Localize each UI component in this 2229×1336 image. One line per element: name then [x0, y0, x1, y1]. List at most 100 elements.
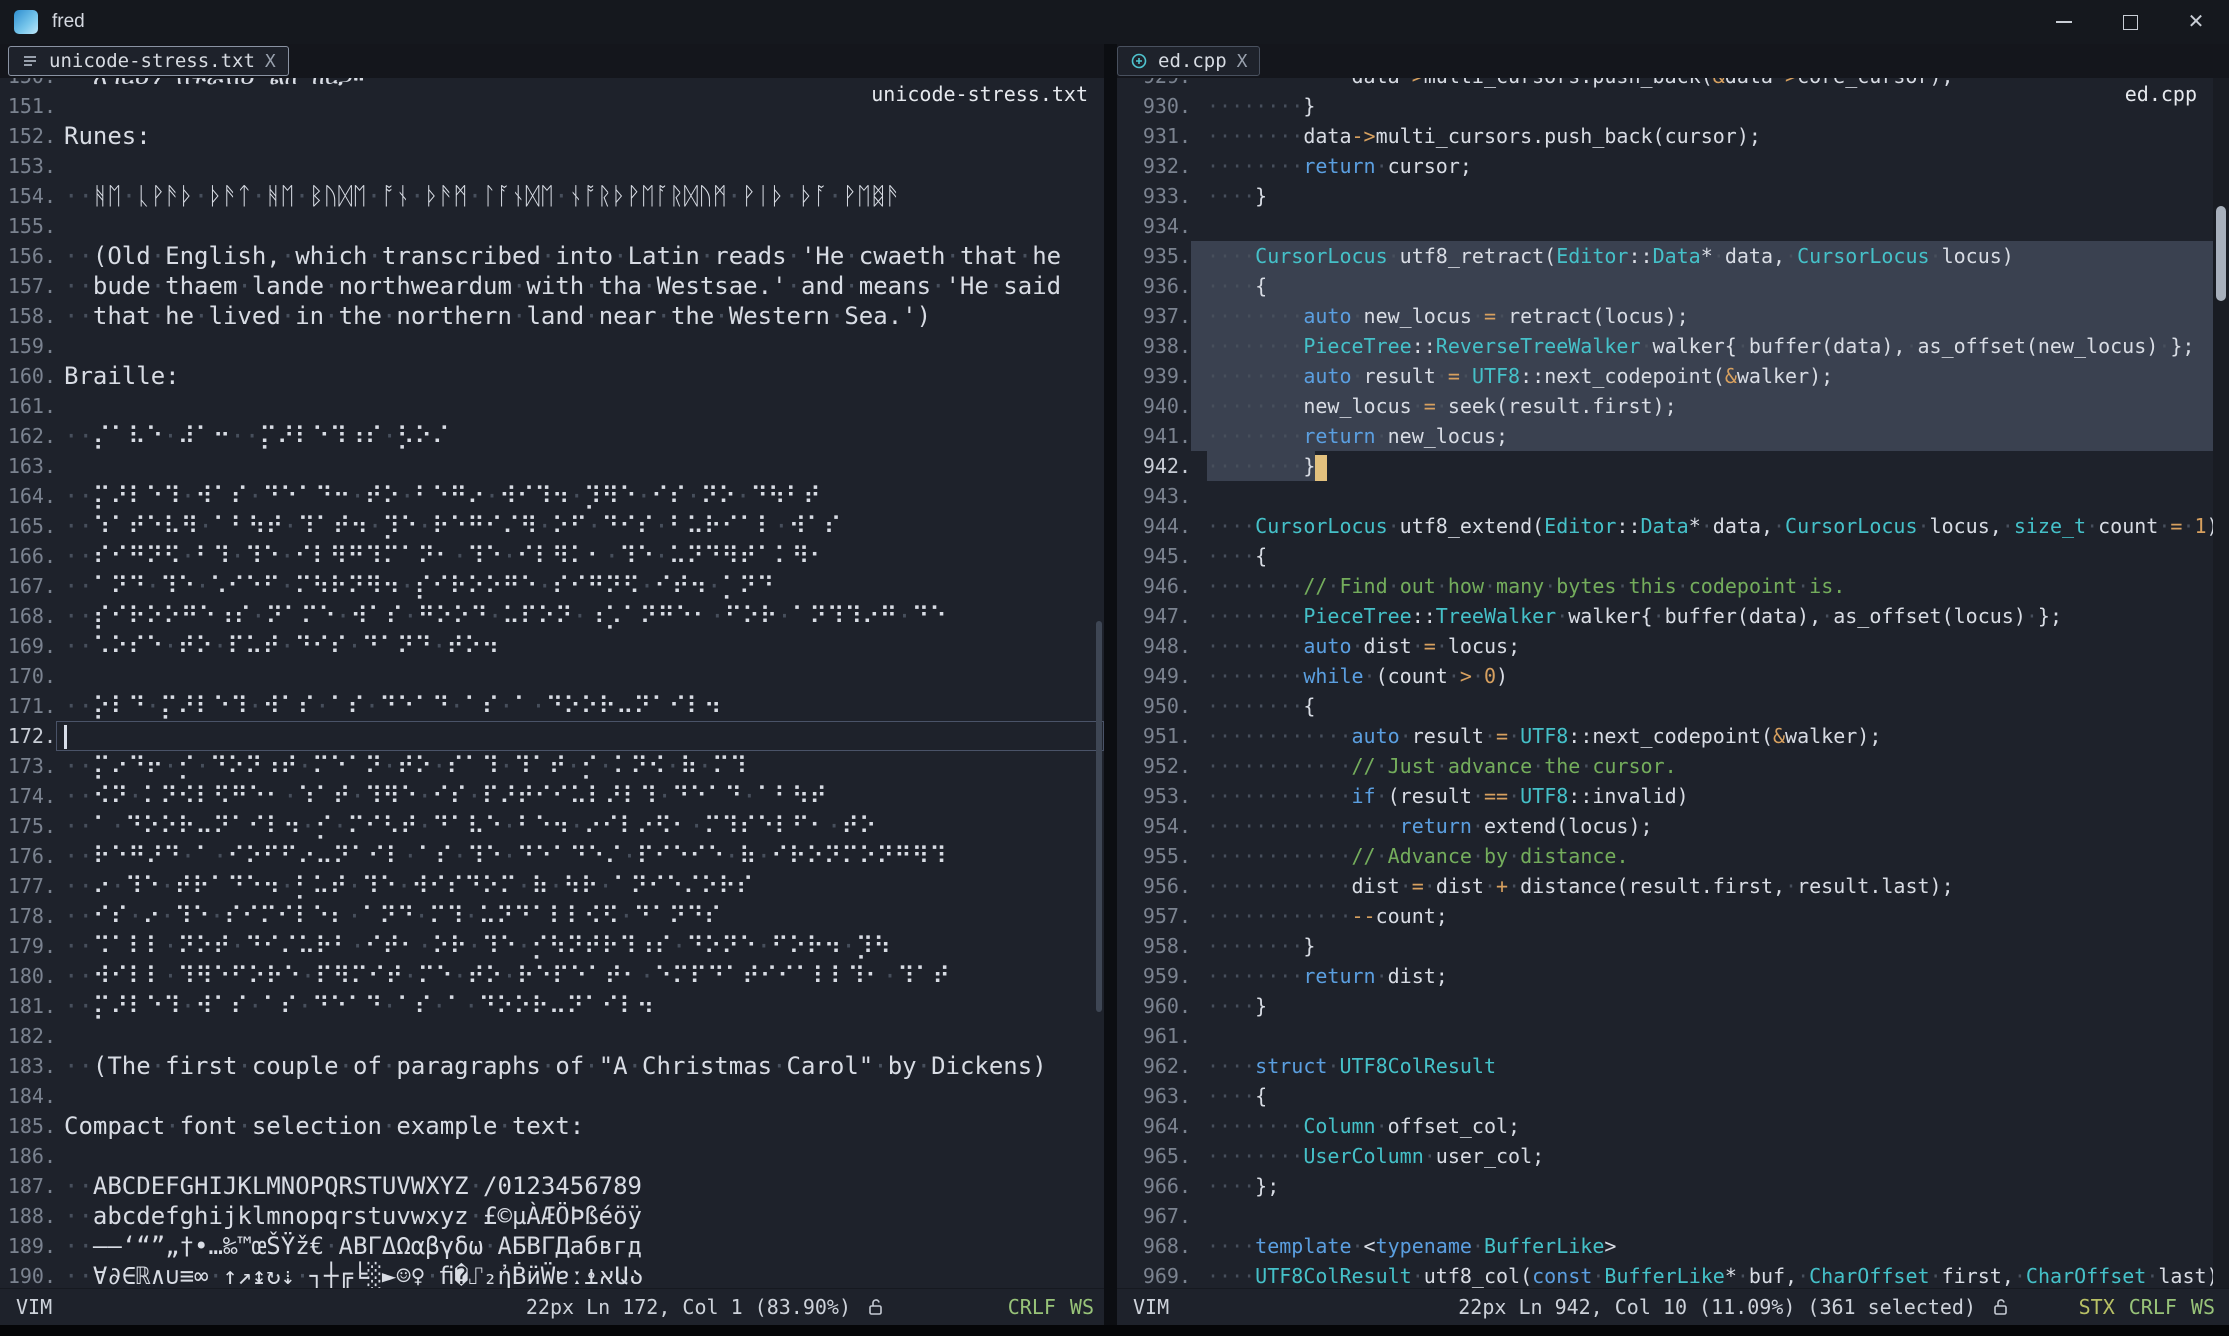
line-text[interactable]: ··⡌⠁⠧⠑·⠼⠁⠒··⡍⠜⠇⠑⠹⠰⠎·⡣⠕⠌: [56, 421, 1104, 451]
line-row[interactable]: 947.········PieceTree::TreeWalker·walker…: [1117, 601, 2229, 631]
line-text[interactable]: ····UTF8ColResult·utf8_col(const·BufferL…: [1191, 1261, 2229, 1288]
line-row[interactable]: 180.··⠺⠊⠇⠇·⠹⠻⠑⠋⠕⠗⠑·⠏⠻⠍⠊⠞·⠍⠑·⠞⠕·⠗⠑⠏⠑⠁⠞⠂·⠑…: [0, 961, 1104, 991]
line-text[interactable]: ··⠺⠊⠇⠇·⠹⠻⠑⠋⠕⠗⠑·⠏⠻⠍⠊⠞·⠍⠑·⠞⠕·⠗⠑⠏⠑⠁⠞⠂·⠑⠍⠏⠙⠁…: [56, 961, 1104, 991]
line-row[interactable]: 963.····{: [1117, 1081, 2229, 1111]
line-text[interactable]: ············auto·result·=·UTF8::next_cod…: [1191, 721, 2229, 751]
line-text[interactable]: ········data->multi_cursors.push_back(cu…: [1191, 121, 2229, 151]
line-row[interactable]: 946.········//·Find·out·how·many·bytes·t…: [1117, 571, 2229, 601]
line-text[interactable]: ····}: [1191, 181, 2229, 211]
line-row[interactable]: 154.··ᚻᛖ·ᚳᚹᚫᚦ·ᚦᚫᛏ·ᚻᛖ·ᛒᚢᛞᛖ·ᚩᚾ·ᚦᚫᛗ·ᛚᚪᚾᛞᛖ·ᚾ…: [0, 181, 1104, 211]
line-row[interactable]: 172.: [0, 721, 1104, 751]
line-text[interactable]: ··ABCDEFGHIJKLMNOPQRSTUVWXYZ·/0123456789: [56, 1171, 1104, 1201]
line-row[interactable]: 966.····};: [1117, 1171, 2229, 1201]
line-text[interactable]: ··⠔·⠹⠑·⠞⠗⠁⠙⠑⠲·⡃⠥⠞·⠹⠑·⠺⠊⠎⠙⠕⠍·⠷·⠳⠗·⠁⠝⠊⠑⠌⠕⠗…: [56, 871, 1104, 901]
line-text[interactable]: ··⡕⠇⠙·⡍⠜⠇⠑⠹·⠺⠁⠎·⠁⠎·⠙⠑⠁⠙·⠁⠎·⠁·⠙⠕⠕⠗⠤⠝⠁⠊⠇⠲: [56, 691, 1104, 721]
line-row[interactable]: 184.: [0, 1081, 1104, 1111]
line-row[interactable]: 166.··⠎⠊⠛⠝⠫·⠃⠹·⠹⠑·⠊⠇⠻⠛⠹⠍⠁⠝⠂·⠹⠑·⠊⠇⠻⠅⠂·⠹⠑·…: [0, 541, 1104, 571]
line-text[interactable]: ··⠱⠁⠞⠑⠧⠻·⠁⠃⠳⠞·⠹⠁⠞⠲·⡹⠑·⠗⠑⠛⠊⠌⠻·⠕⠋·⠙⠊⠎·⠃⠥⠗⠊…: [56, 511, 1104, 541]
line-row[interactable]: 164.··⡍⠜⠇⠑⠹·⠺⠁⠎·⠙⠑⠁⠙⠒·⠞⠕·⠃⠑⠛⠔·⠺⠊⠹⠲·⡹⠻⠑·⠊…: [0, 481, 1104, 511]
line-text[interactable]: [56, 151, 1104, 181]
line-text[interactable]: ··∀∂∈ℝ∧∪≡∞·↑↗↨↻⇣·┐┼╔╘░►☺♀·ﬁ�⑀₂ἠḂӥẄɐː⍎אԱა: [56, 1261, 1104, 1288]
left-scrollbar-thumb[interactable]: [1096, 621, 1102, 1012]
line-row[interactable]: 189.··–—‘“”„†•…‰™œŠŸž€·ΑΒΓΔΩαβγδω·АБВГДа…: [0, 1231, 1104, 1261]
line-text[interactable]: Braille:: [56, 361, 1104, 391]
line-text[interactable]: ············//·Just·advance·the·cursor.: [1191, 751, 2229, 781]
line-row[interactable]: 956.············dist·=·dist·+·distance(r…: [1117, 871, 2229, 901]
line-text[interactable]: ········UserColumn·user_col;: [1191, 1141, 2229, 1171]
line-row[interactable]: 959.········return·dist;: [1117, 961, 2229, 991]
line-text[interactable]: ····{: [1191, 271, 2229, 301]
line-row[interactable]: 190.··∀∂∈ℝ∧∪≡∞·↑↗↨↻⇣·┐┼╔╘░►☺♀·ﬁ�⑀₂ἠḂӥẄɐː…: [0, 1261, 1104, 1288]
line-text[interactable]: ····template·<typename·BufferLike>: [1191, 1231, 2229, 1261]
line-text[interactable]: ········{: [1191, 691, 2229, 721]
right-scrollbar-thumb[interactable]: [2216, 206, 2226, 301]
line-text[interactable]: ········return·new_locus;: [1191, 421, 2229, 451]
line-text[interactable]: ········PieceTree::ReverseTreeWalker·wal…: [1191, 331, 2229, 361]
line-text[interactable]: ····{: [1191, 1081, 2229, 1111]
line-text[interactable]: ········//·Find·out·how·many·bytes·this·…: [1191, 571, 2229, 601]
line-text[interactable]: ············dist·=·dist·+·distance(resul…: [1191, 871, 2229, 901]
line-text[interactable]: ····struct·UTF8ColResult: [1191, 1051, 2229, 1081]
line-row[interactable]: 175.··⠁·⠙⠕⠕⠗⠤⠝⠁⠊⠇⠲·⡊·⠍⠊⠣⠞·⠙⠁⠧⠑·⠃⠑⠲·⠔⠊⠇⠔⠫…: [0, 811, 1104, 841]
line-row[interactable]: 941.········return·new_locus;: [1117, 421, 2229, 451]
line-row[interactable]: 163.: [0, 451, 1104, 481]
line-text[interactable]: ··⠪⠝·⠅⠝⠪⠇⠫⠛⠑⠂·⠱⠁⠞·⠹⠻⠑·⠊⠎·⠏⠜⠞⠊⠊⠥⠇⠜⠇⠹·⠙⠑⠁⠙…: [56, 781, 1104, 811]
tab-close-button[interactable]: X: [1237, 51, 1248, 72]
line-row[interactable]: 161.: [0, 391, 1104, 421]
line-row[interactable]: 174.··⠪⠝·⠅⠝⠪⠇⠫⠛⠑⠂·⠱⠁⠞·⠹⠻⠑·⠊⠎·⠏⠜⠞⠊⠊⠥⠇⠜⠇⠹·…: [0, 781, 1104, 811]
line-text[interactable]: ··that·he·lived·in·the·northern·land·nea…: [56, 301, 1104, 331]
minimize-button[interactable]: [2031, 0, 2097, 44]
line-text[interactable]: ··⠩⠁⠇⠇·⠝⠕⠞·⠙⠊⠌⠥⠗⠃·⠊⠞⠂·⠕⠗·⠹⠑·⡊⠳⠝⠞⠗⠹⠰⠎·⠙⠕⠝…: [56, 931, 1104, 961]
line-row[interactable]: 965.········UserColumn·user_col;: [1117, 1141, 2229, 1171]
line-row[interactable]: 932.········return·cursor;: [1117, 151, 2229, 181]
right-editor-area[interactable]: 929.············data->multi_cursors.push…: [1117, 78, 2229, 1288]
line-text[interactable]: [56, 1021, 1104, 1051]
line-text[interactable]: ················return·extend(locus);: [1191, 811, 2229, 841]
line-row[interactable]: 943.: [1117, 481, 2229, 511]
line-text[interactable]: Runes:: [56, 121, 1104, 151]
line-text[interactable]: ··(Old·English,·which·transcribed·into·L…: [56, 241, 1104, 271]
tab-ed-cpp[interactable]: ed.cpp X: [1117, 46, 1260, 76]
line-row[interactable]: 937.········auto·new_locus·=·retract(loc…: [1117, 301, 2229, 331]
maximize-button[interactable]: [2097, 0, 2163, 44]
line-row[interactable]: 176.··⠗⠑⠛⠜⠙·⠁·⠊⠕⠋⠋⠔⠤⠝⠁⠊⠇·⠁⠎·⠹⠑·⠙⠑⠁⠙⠑⠌·⠏⠊…: [0, 841, 1104, 871]
line-row[interactable]: 155.: [0, 211, 1104, 241]
line-row[interactable]: 931.········data->multi_cursors.push_bac…: [1117, 121, 2229, 151]
line-text[interactable]: ········}: [1191, 451, 2229, 481]
line-text[interactable]: ··⠗⠑⠛⠜⠙·⠁·⠊⠕⠋⠋⠔⠤⠝⠁⠊⠇·⠁⠎·⠹⠑·⠙⠑⠁⠙⠑⠌·⠏⠊⠑⠊⠑·…: [56, 841, 1104, 871]
line-text[interactable]: ········}: [1191, 91, 2229, 121]
line-text[interactable]: ········return·cursor;: [1191, 151, 2229, 181]
line-text[interactable]: ········auto·new_locus·=·retract(locus);: [1191, 301, 2229, 331]
line-text[interactable]: ········}: [1191, 931, 2229, 961]
line-text[interactable]: ··⡍⠔⠙⠖·⡊·⠙⠕⠝⠰⠞·⠍⠑⠁⠝·⠞⠕·⠎⠁⠹·⠹⠁⠞·⡊·⠅⠝⠪·⠷·⠍…: [56, 751, 1104, 781]
line-text[interactable]: [56, 1081, 1104, 1111]
line-row[interactable]: 156.··(Old·English,·which·transcribed·in…: [0, 241, 1104, 271]
line-text[interactable]: ··⠁⠝⠙·⠹⠑·⠡⠊⠑⠋·⠍⠳⠗⠝⠻⠲·⡎⠊⠗⠕⠕⠛⠑·⠎⠊⠛⠝⠫·⠊⠞⠲·⡁…: [56, 571, 1104, 601]
line-row[interactable]: 942.········}: [1117, 451, 2229, 481]
line-text[interactable]: ····};: [1191, 1171, 2229, 1201]
line-text[interactable]: ············--count;: [1191, 901, 2229, 931]
line-row[interactable]: 940.········new_locus·=·seek(result.firs…: [1117, 391, 2229, 421]
left-editor-area[interactable]: 150.··እግርህን·በፍራሽህ·ልክ·ዘርጋ።151.152.Runes:1…: [0, 78, 1104, 1288]
line-text[interactable]: ····CursorLocus·utf8_retract(Editor::Dat…: [1191, 241, 2229, 271]
line-text[interactable]: ············//·Advance·by·distance.: [1191, 841, 2229, 871]
line-text[interactable]: ········while·(count·>·0): [1191, 661, 2229, 691]
line-row[interactable]: 957.············--count;: [1117, 901, 2229, 931]
tab-unicode-stress-txt[interactable]: unicode-stress.txt X: [8, 46, 289, 76]
line-row[interactable]: 934.: [1117, 211, 2229, 241]
line-text[interactable]: ··⡍⠜⠇⠑⠹·⠺⠁⠎·⠁⠎·⠙⠑⠁⠙·⠁⠎·⠁·⠙⠕⠕⠗⠤⠝⠁⠊⠇⠲: [56, 991, 1104, 1021]
line-row[interactable]: 954.················return·extend(locus)…: [1117, 811, 2229, 841]
line-row[interactable]: 950.········{: [1117, 691, 2229, 721]
line-row[interactable]: 958.········}: [1117, 931, 2229, 961]
line-text[interactable]: [56, 211, 1104, 241]
line-text[interactable]: ··(The·first·couple·of·paragraphs·of·"A·…: [56, 1051, 1104, 1081]
line-text[interactable]: ··⠊⠎·⠔·⠹⠑·⠎⠊⠍⠊⠇⠑⠆·⠁⠝⠙·⠍⠹·⠥⠝⠙⠁⠇⠇⠪⠫·⠙⠁⠝⠙⠎: [56, 901, 1104, 931]
line-row[interactable]: 157.··bude·thaem·lande·northweardum·with…: [0, 271, 1104, 301]
line-row[interactable]: 935.····CursorLocus·utf8_retract(Editor:…: [1117, 241, 2229, 271]
line-text[interactable]: ····CursorLocus·utf8_extend(Editor::Data…: [1191, 511, 2229, 541]
line-row[interactable]: 948.········auto·dist·=·locus;: [1117, 631, 2229, 661]
unlock-icon[interactable]: [866, 1297, 886, 1322]
line-row[interactable]: 173.··⡍⠔⠙⠖·⡊·⠙⠕⠝⠰⠞·⠍⠑⠁⠝·⠞⠕·⠎⠁⠹·⠹⠁⠞·⡊·⠅⠝⠪…: [0, 751, 1104, 781]
line-row[interactable]: 158.··that·he·lived·in·the·northern·land…: [0, 301, 1104, 331]
line-row[interactable]: 183.··(The·first·couple·of·paragraphs·of…: [0, 1051, 1104, 1081]
